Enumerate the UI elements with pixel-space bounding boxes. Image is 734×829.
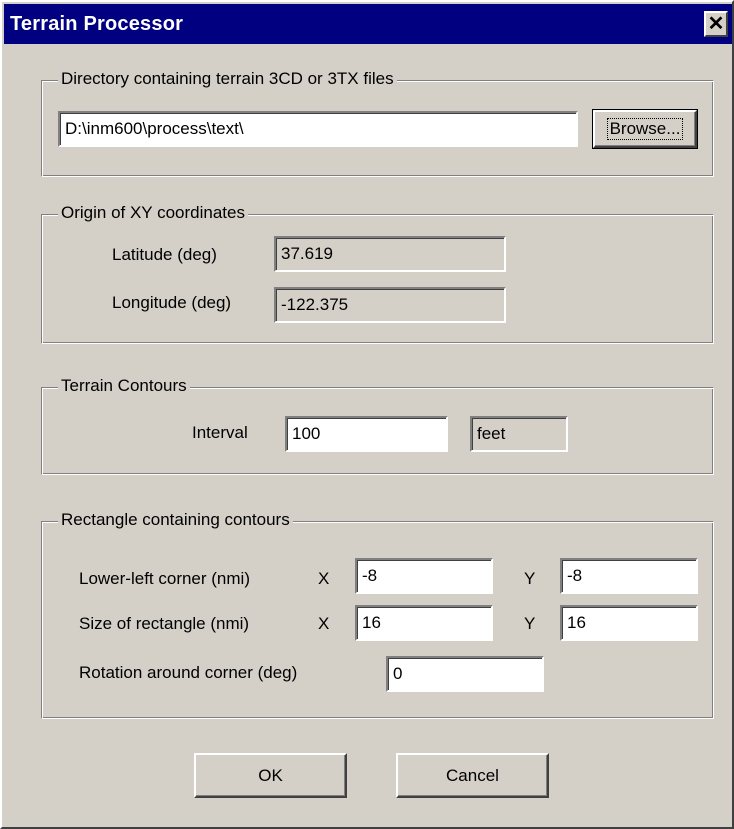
directory-group-legend: Directory containing terrain 3CD or 3TX …: [58, 69, 397, 89]
terrain-contours-group: Terrain Contours Interval 100 feet: [41, 376, 714, 475]
longitude-value: -122.375: [274, 287, 506, 323]
lower-left-y-input[interactable]: -8: [560, 558, 698, 594]
lower-left-x-label: X: [318, 569, 330, 588]
lower-left-x-input[interactable]: -8: [355, 558, 493, 594]
cancel-button[interactable]: Cancel: [396, 753, 549, 798]
ok-button[interactable]: OK: [194, 753, 347, 798]
latitude-value: 37.619: [274, 236, 506, 272]
rotation-input[interactable]: 0: [386, 656, 544, 692]
size-x-label: X: [318, 614, 330, 633]
longitude-label: Longitude (deg): [112, 293, 232, 312]
rotation-label: Rotation around corner (deg): [79, 663, 298, 682]
terrain-contours-legend: Terrain Contours: [58, 376, 190, 396]
browse-button-label: Browse...: [606, 118, 684, 140]
interval-label: Interval: [192, 423, 248, 442]
directory-path-input[interactable]: D:\inm600\process\text\: [58, 111, 578, 147]
directory-group: Directory containing terrain 3CD or 3TX …: [41, 69, 714, 177]
ok-button-label: OK: [258, 765, 283, 785]
cancel-button-label: Cancel: [446, 765, 499, 785]
browse-button[interactable]: Browse...: [592, 109, 698, 149]
terrain-processor-dialog: Terrain Processor ✕ Directory containing…: [0, 0, 734, 829]
latitude-label: Latitude (deg): [112, 245, 217, 264]
interval-unit: feet: [470, 416, 568, 452]
rectangle-group-legend: Rectangle containing contours: [58, 510, 293, 530]
origin-group: Origin of XY coordinates Latitude (deg) …: [41, 203, 714, 344]
dialog-title: Terrain Processor: [10, 13, 184, 35]
lower-left-label: Lower-left corner (nmi): [79, 569, 250, 588]
size-x-input[interactable]: 16: [355, 605, 493, 641]
size-y-input[interactable]: 16: [560, 605, 698, 641]
size-label: Size of rectangle (nmi): [79, 614, 250, 633]
title-bar[interactable]: Terrain Processor ✕: [4, 4, 732, 44]
close-button[interactable]: ✕: [704, 11, 728, 37]
interval-input[interactable]: 100: [285, 416, 448, 452]
rectangle-group: Rectangle containing contours Lower-left…: [41, 510, 714, 719]
origin-group-legend: Origin of XY coordinates: [58, 203, 248, 223]
lower-left-y-label: Y: [524, 569, 536, 588]
close-icon: ✕: [707, 13, 725, 35]
size-y-label: Y: [524, 614, 536, 633]
